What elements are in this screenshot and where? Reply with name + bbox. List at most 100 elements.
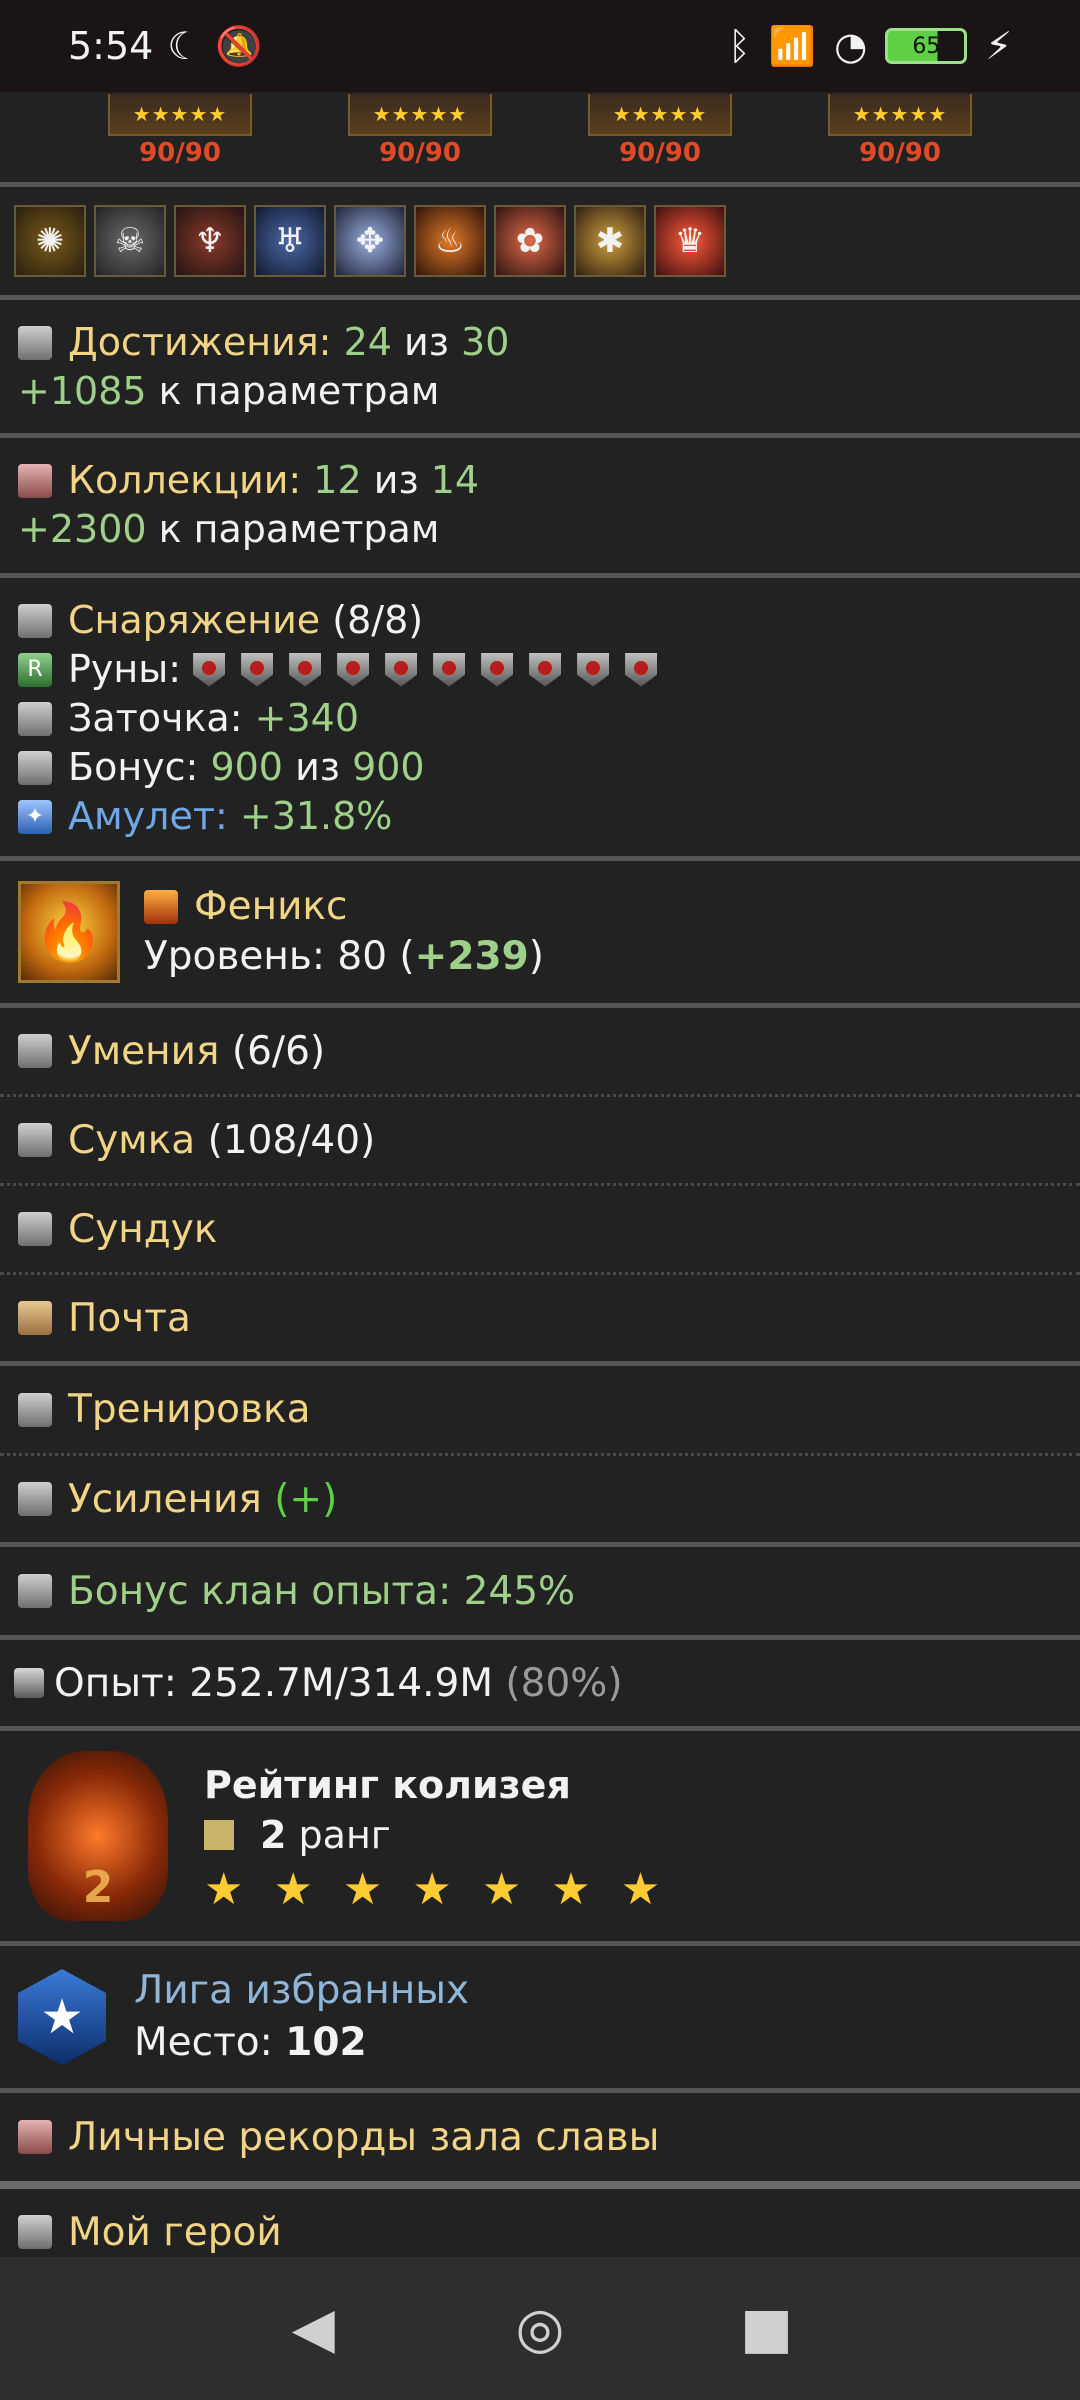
bonus-total: 900 bbox=[352, 745, 425, 789]
star-icon: ★ bbox=[204, 1864, 244, 1915]
skull-ability-icon[interactable]: ☠ bbox=[94, 205, 166, 277]
menu-training[interactable]: Тренировка bbox=[0, 1366, 1080, 1453]
moon-icon: ☾ bbox=[167, 24, 202, 68]
rank-stars: ★ ★ ★ ★ ★ ★ ★ bbox=[204, 1868, 660, 1912]
place-label: Место: bbox=[134, 2020, 273, 2065]
runes-label: Руны: bbox=[68, 647, 182, 691]
rune-slot-icon bbox=[289, 652, 322, 687]
compass-ability-icon[interactable]: ✺ bbox=[14, 205, 86, 277]
pet-level-bonus: +239 bbox=[414, 934, 529, 979]
fire-mask-ability-icon[interactable]: ♛ bbox=[654, 205, 726, 277]
star-icon: ★ bbox=[620, 1864, 661, 1915]
rank-number: 2 bbox=[260, 1813, 287, 1857]
bonus-row[interactable]: Бонус: 900 из 900 bbox=[18, 743, 1062, 792]
rune-slot-icon bbox=[433, 652, 466, 687]
wifi-icon: ◔ bbox=[834, 24, 868, 68]
collections-section[interactable]: Коллекции: 12 из 14 +2300 к параметрам bbox=[0, 438, 1080, 573]
chest-icon bbox=[18, 1212, 52, 1246]
equipment-row[interactable]: Снаряжение (8/8) bbox=[18, 596, 1062, 645]
bluetooth-icon: ᛒ bbox=[728, 24, 751, 68]
shield-icon bbox=[18, 325, 52, 360]
menu-chest[interactable]: Сундук bbox=[0, 1186, 1080, 1272]
stars-icon: ★★★★★ bbox=[588, 94, 732, 136]
sharpen-row[interactable]: Заточка: +340 bbox=[18, 694, 1062, 743]
star-icon: ★ bbox=[342, 1864, 383, 1915]
angel-ability-icon[interactable]: ✥ bbox=[334, 205, 406, 277]
home-icon[interactable]: ◎ bbox=[505, 2294, 575, 2364]
records-icon bbox=[18, 2120, 52, 2154]
skills-count: (6/6) bbox=[231, 1028, 326, 1074]
armor-icon bbox=[18, 603, 52, 638]
divider bbox=[0, 2181, 1080, 2189]
clan-icon bbox=[18, 1574, 52, 1608]
experience-value: 252.7M/314.9M bbox=[189, 1660, 494, 1706]
achievements-section[interactable]: Достижения: 24 из 30 +1085 к параметрам bbox=[0, 300, 1080, 433]
pet-section[interactable]: 🔥 Феникс Уровень: 80 (+239) bbox=[0, 861, 1080, 1003]
league-section[interactable]: ★ Лига избранных Место: 102 bbox=[0, 1946, 1080, 2088]
equipment-label: Снаряжение bbox=[68, 598, 321, 642]
stars-icon: ★★★★★ bbox=[828, 94, 972, 136]
mail-label: Почта bbox=[68, 1295, 191, 1341]
rank-word: ранг bbox=[298, 1813, 391, 1857]
amulet-row[interactable]: ✦ Амулет: +31.8% bbox=[18, 792, 1062, 841]
menu-mail[interactable]: Почта bbox=[0, 1275, 1080, 1361]
gear-slot[interactable]: ★★★★★ 90/90 bbox=[825, 94, 975, 168]
gear-slot[interactable]: ★★★★★ 90/90 bbox=[105, 94, 255, 168]
wings-ability-icon[interactable]: ♅ bbox=[254, 205, 326, 277]
clan-bonus-row[interactable]: Бонус клан опыта: 245% bbox=[0, 1547, 1080, 1635]
skills-label: Умения bbox=[68, 1028, 220, 1074]
whetstone-icon bbox=[18, 701, 52, 736]
boosts-label: Усиления bbox=[68, 1476, 262, 1522]
menu-skills[interactable]: Умения (6/6) bbox=[0, 1008, 1080, 1094]
colosseum-section[interactable]: 2 Рейтинг колизея 2 ранг ★ ★ ★ ★ ★ ★ ★ bbox=[0, 1731, 1080, 1941]
experience-percent: (80%) bbox=[505, 1660, 623, 1706]
of-word: из bbox=[404, 320, 449, 364]
star-icon: ★ bbox=[273, 1864, 313, 1915]
amulet-label: Амулет: bbox=[68, 794, 228, 838]
gear-slot[interactable]: ★★★★★ 90/90 bbox=[345, 94, 495, 168]
rune-slot-icon bbox=[625, 652, 658, 687]
flower-ability-icon[interactable]: ✿ bbox=[494, 205, 566, 277]
place-value: 102 bbox=[285, 2020, 367, 2065]
gear-slots: ★★★★★ 90/90 ★★★★★ 90/90 ★★★★★ 90/90 ★★★★★ 90… bbox=[0, 92, 1080, 182]
rune-icon: R bbox=[18, 652, 52, 687]
training-icon bbox=[18, 1392, 52, 1427]
bag-count: (108/40) bbox=[207, 1117, 376, 1163]
clan-bonus-text: Бонус клан опыта: 245% bbox=[68, 1568, 576, 1614]
rune-slot-icon bbox=[577, 652, 610, 687]
rank-icon bbox=[204, 1820, 234, 1850]
rune-slot-icon bbox=[529, 652, 562, 687]
back-icon[interactable]: ◀ bbox=[278, 2294, 348, 2364]
training-label: Тренировка bbox=[68, 1387, 311, 1432]
recents-icon[interactable]: ■ bbox=[732, 2294, 802, 2364]
pet-level-label: Уровень: bbox=[144, 934, 325, 979]
skills-icon bbox=[18, 1034, 52, 1068]
demon-ability-icon[interactable]: ♆ bbox=[174, 205, 246, 277]
rune-slot-icon bbox=[337, 652, 370, 687]
collections-total: 14 bbox=[430, 458, 480, 502]
my-hero[interactable]: Мой герой bbox=[0, 2189, 1080, 2257]
bonus-value: 900 bbox=[210, 745, 283, 789]
chest-label: Сундук bbox=[68, 1206, 218, 1252]
hero-icon bbox=[18, 2215, 52, 2249]
achievements-total: 30 bbox=[461, 320, 510, 364]
profile-content[interactable]: ★★★★★ 90/90 ★★★★★ 90/90 ★★★★★ 90/90 ★★★★★ 90… bbox=[0, 92, 1080, 2257]
rune-slot-icon bbox=[241, 652, 274, 687]
achievements-value: 24 bbox=[343, 320, 392, 364]
amulet-icon: ✦ bbox=[18, 799, 52, 834]
gear-slot[interactable]: ★★★★★ 90/90 bbox=[585, 94, 735, 168]
status-bar: 5:54 ☾ 🔕 ᛒ 📶 ◔ 65 ⚡ bbox=[0, 0, 1080, 92]
menu-bag[interactable]: Сумка (108/40) bbox=[0, 1097, 1080, 1183]
flame-ability-icon[interactable]: ♨ bbox=[414, 205, 486, 277]
spider-ability-icon[interactable]: ✱ bbox=[574, 205, 646, 277]
runes-row[interactable]: R Руны: bbox=[18, 645, 1062, 694]
rank-badge-number: 2 bbox=[82, 1862, 114, 1913]
bag-icon bbox=[18, 1123, 52, 1157]
dragon-rank-icon: 2 bbox=[28, 1751, 168, 1921]
menu-boosts[interactable]: Усиления (+) bbox=[0, 1456, 1080, 1542]
stars-icon: ★★★★★ bbox=[108, 94, 252, 136]
hall-of-fame-records[interactable]: Личные рекорды зала славы bbox=[0, 2093, 1080, 2181]
star-shield-icon: ★ bbox=[18, 1969, 106, 2065]
signal-icon: 📶 bbox=[768, 23, 817, 68]
equipment-count: (8/8) bbox=[332, 598, 424, 642]
